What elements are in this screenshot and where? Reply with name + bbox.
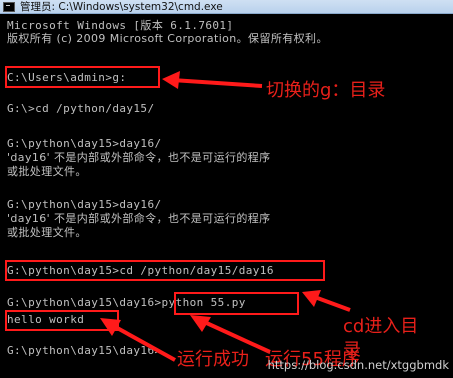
arrow-run-success: [109, 322, 176, 362]
arrow-switch-dir: [171, 78, 263, 88]
annotation-switch-dir: 切换的g：目录: [266, 80, 386, 101]
annotation-cd-dir: cd进入目: [343, 316, 419, 337]
watermark: https://blog.csdn.net/xtggbmdk: [267, 358, 449, 372]
arrow-head: [162, 71, 180, 89]
annotation-run-success: 运行成功: [177, 349, 249, 370]
arrow-cd-dir: [311, 294, 351, 312]
